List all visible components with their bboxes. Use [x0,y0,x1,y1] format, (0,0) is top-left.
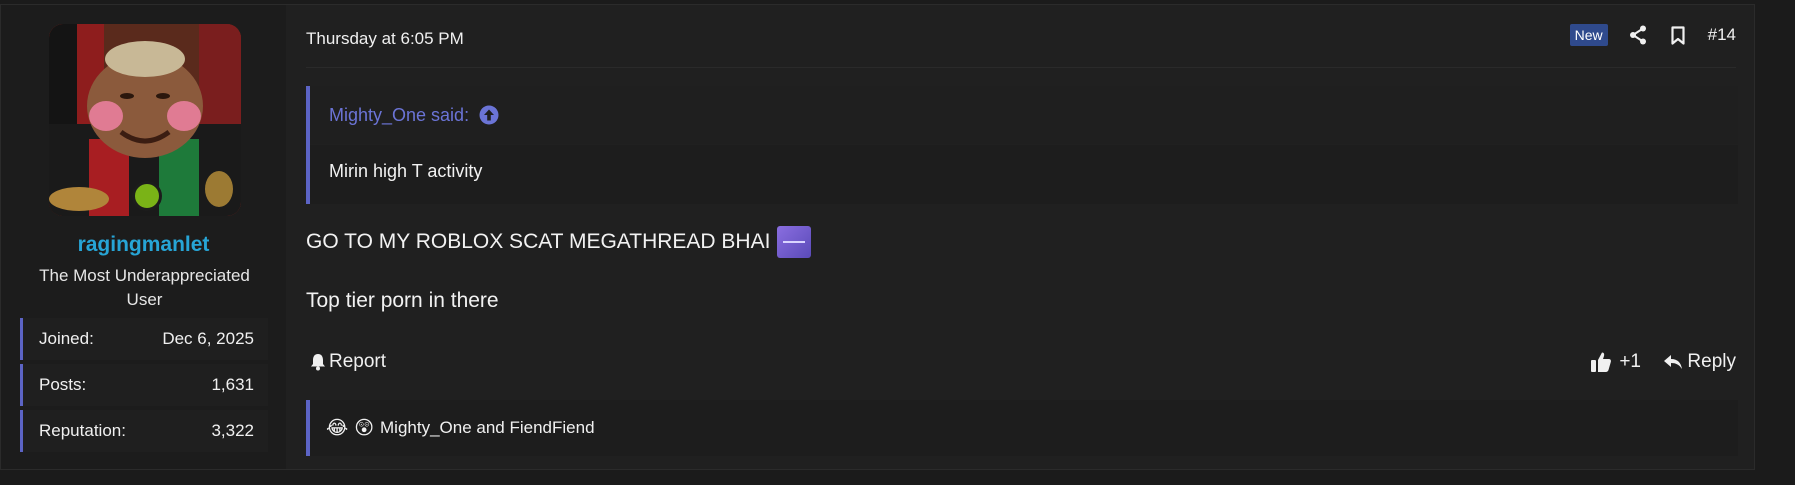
user-info-panel: ragingmanlet The Most Underappreciated U… [1,5,286,469]
bookmark-icon[interactable] [1668,24,1688,46]
reply-button[interactable]: Reply [1663,351,1736,373]
stat-reputation: Reputation: 3,322 [20,410,268,452]
quote-author[interactable]: Mighty_One said: [329,105,469,126]
reaction-emoji-shocked: 😲 [354,417,375,439]
report-button[interactable]: Report [310,351,386,373]
reactions-bar[interactable]: 😂 😲 Mighty_One and FiendFiend [306,400,1738,456]
post-number[interactable]: #14 [1708,25,1736,45]
post-date[interactable]: Thursday at 6:05 PM [306,29,464,49]
stat-posts: Posts: 1,631 [20,364,268,406]
arrow-up-circle-icon[interactable] [479,105,499,125]
stat-label: Joined: [39,329,94,348]
report-label: Report [329,351,387,372]
post-actions: Report +1 Reply [306,351,1736,379]
post-header-actions: New #14 [1569,24,1736,46]
share-icon[interactable] [1628,24,1648,46]
stat-value: 1,631 [211,375,254,394]
quote-text: Mirin high T activity [329,161,483,181]
post-container: ragingmanlet The Most Underappreciated U… [0,4,1755,470]
username[interactable]: ragingmanlet [1,233,286,257]
quote-header[interactable]: Mighty_One said: [310,86,1738,145]
message-line: Top tier porn in there [306,289,499,312]
post-main: Thursday at 6:05 PM New #14 Mighty_One s… [286,5,1754,469]
reaction-names[interactable]: Mighty_One and FiendFiend [380,418,595,438]
emote-image [777,226,812,258]
stat-value: Dec 6, 2025 [162,329,254,348]
stat-label: Reputation: [39,421,126,440]
thumbs-up-icon [1591,352,1612,372]
new-badge: New [1569,24,1608,46]
user-title: The Most Underappreciated User [39,266,250,309]
like-count: +1 [1619,351,1641,372]
bell-icon [311,354,325,371]
reply-arrow-icon [1664,355,1683,369]
reply-label: Reply [1687,351,1736,372]
stat-joined: Joined: Dec 6, 2025 [20,318,268,360]
message-text: GO TO MY ROBLOX SCAT MEGATHREAD BHAI [306,230,771,253]
message-line: GO TO MY ROBLOX SCAT MEGATHREAD BHAI [306,226,812,258]
reaction-emoji-laugh: 😂 [326,417,349,439]
stat-label: Posts: [39,375,87,394]
like-button[interactable]: +1 [1590,351,1641,373]
online-status-indicator [132,181,162,211]
header-divider [306,67,1736,68]
quote-block: Mighty_One said: Mirin high T activity [306,86,1738,204]
stat-value: 3,322 [211,421,254,440]
